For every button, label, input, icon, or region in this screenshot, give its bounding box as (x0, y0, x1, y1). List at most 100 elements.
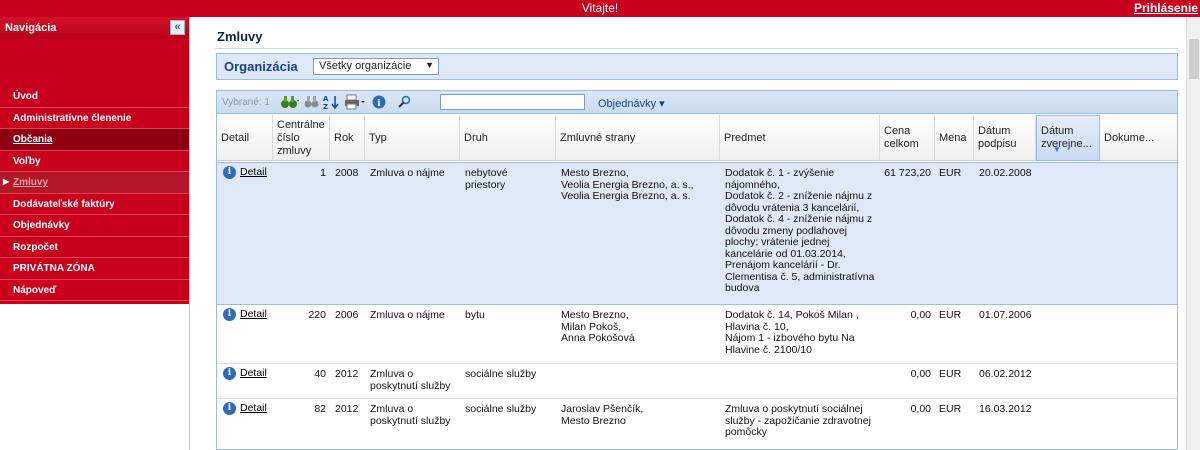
search-icon[interactable] (397, 94, 411, 110)
nav-item-rozpocet[interactable]: Rozpočet (0, 236, 189, 258)
parties-cell: Mesto Brezno, Veolia Energia Brezno, a. s… (561, 167, 694, 202)
nav-title: Navigácia (5, 22, 57, 34)
detail-cell[interactable]: i Detail (223, 308, 267, 321)
type-cell: Zmluva o poskytnutí služby (370, 368, 451, 392)
year-cell: 2008 (335, 167, 359, 179)
organization-label: Organizácia (224, 59, 298, 74)
nav-item-privatna-zona[interactable]: PRIVÁTNA ZÓNA (0, 258, 189, 280)
currency-cell: EUR (939, 167, 962, 179)
svg-text:A: A (323, 95, 329, 103)
central-number-cell: 1 (320, 167, 326, 179)
detail-link[interactable]: Detail (240, 308, 267, 320)
binoculars-icon[interactable] (280, 94, 300, 110)
kind-cell: sociálne služby (465, 368, 537, 380)
detail-cell[interactable]: i Detail (223, 367, 267, 380)
top-bar: Vitajte! Prihlásenie (0, 0, 1200, 17)
nav-header: Navigácia « (0, 17, 189, 39)
organization-bar: Organizácia Všetky organizácie ▼ (216, 53, 1178, 80)
price-cell: 0,00 (910, 309, 931, 321)
column-header-currency[interactable]: Mena (935, 115, 974, 161)
table-row[interactable]: i Detail 220 2006 Zmluva o nájme bytu Mes… (217, 305, 1177, 364)
main-content: Zmluvy Organizácia Všetky organizácie ▼ … (192, 17, 1200, 450)
table-row[interactable]: i Detail 82 2012 Zmluva o poskytnutí služ… (217, 399, 1177, 449)
column-header-parties[interactable]: Zmluvné strany (556, 115, 720, 161)
organization-selected-value: Všetky organizácie (319, 60, 412, 72)
signed-date-cell: 06.02.2012 (979, 368, 1032, 380)
dropdown-caret-icon: ▼ (425, 60, 434, 70)
column-header-detail[interactable]: Detail (217, 115, 273, 161)
print-icon[interactable] (344, 94, 366, 110)
signed-date-cell: 01.07.2006 (979, 309, 1032, 321)
grid-toolbar: Vybrané: 1 AZ i Objednávky ▾ (217, 91, 1177, 114)
binoculars-gray-icon[interactable] (304, 94, 320, 110)
detail-cell[interactable]: i Detail (223, 402, 267, 415)
subject-cell: Dodatok č. 14, Pokoš Milan , Hlavina č. 1… (725, 309, 859, 356)
detail-link[interactable]: Detail (240, 367, 267, 379)
parties-cell: Jaroslav Pšenčík, Mesto Brezno (561, 403, 644, 427)
column-header-published-label: Dátum zverejne... (1041, 125, 1092, 150)
central-number-cell: 40 (314, 368, 326, 380)
selected-count: Vybrané: 1 (222, 97, 270, 108)
type-cell: Zmluva o nájme (370, 167, 445, 179)
kind-cell: sociálne služby (465, 403, 537, 415)
info-icon: i (223, 308, 236, 321)
orders-menu-button[interactable]: Objednávky ▾ (598, 97, 665, 110)
detail-link[interactable]: Detail (240, 166, 267, 178)
detail-cell[interactable]: i Detail (223, 166, 267, 179)
info-icon: i (223, 402, 236, 415)
welcome-text: Vitajte! (581, 1, 619, 15)
nav-item-obcania[interactable]: Občania (0, 129, 189, 151)
currency-cell: EUR (939, 368, 962, 380)
collapse-icon[interactable]: « (170, 20, 185, 35)
nav-item-volby[interactable]: Voľby (0, 150, 189, 172)
column-header-year[interactable]: Rok (330, 115, 365, 161)
table-row[interactable]: i Detail 1 2008 Zmluva o nájme nebytové p… (217, 162, 1177, 305)
type-cell: Zmluva o poskytnutí služby (370, 403, 451, 427)
column-header-price[interactable]: Cena celkom (880, 115, 935, 161)
sidebar: Navigácia « Úvod Administratívne členeni… (0, 17, 190, 450)
nav-item-dodavatelske-faktury[interactable]: Dodávateľské faktúry (0, 193, 189, 215)
nav-item-zmluvy[interactable]: ▶ Zmluvy (0, 172, 189, 194)
info-icon[interactable]: i (372, 94, 386, 110)
column-header-type[interactable]: Typ (365, 115, 460, 161)
column-header-documents[interactable]: Dokume... (1100, 115, 1177, 161)
subject-cell: Dodatok č. 1 - zvýšenie nájomného, Dodatok… (725, 167, 875, 294)
organization-select[interactable]: Všetky organizácie ▼ (313, 58, 439, 75)
grid-header: Detail Centrálne číslo zmluvy Rok Typ Dr… (217, 115, 1177, 161)
parties-cell: Mesto Brezno, Milan Pokoš, Anna Pokošová (561, 309, 635, 344)
scrollbar-thumb[interactable] (1189, 39, 1199, 79)
detail-link[interactable]: Detail (240, 402, 267, 414)
year-cell: 2006 (335, 309, 359, 321)
column-header-signed-date[interactable]: Dátum podpisu (974, 115, 1036, 161)
column-header-published-date[interactable]: Dátum zverejne... ▼ (1036, 115, 1100, 161)
svg-text:i: i (377, 99, 381, 109)
subject-cell: Zmluva o poskytnutí sociálnej služby - za… (725, 403, 871, 438)
column-header-kind[interactable]: Druh (460, 115, 556, 161)
currency-cell: EUR (939, 403, 962, 415)
search-input[interactable] (440, 94, 585, 110)
login-link[interactable]: Prihlásenie (1134, 1, 1198, 15)
column-header-central-number[interactable]: Centrálne číslo zmluvy (273, 115, 330, 161)
price-cell: 0,00 (910, 403, 931, 415)
svg-text:Z: Z (323, 103, 328, 110)
year-cell: 2012 (335, 403, 359, 415)
table-row[interactable]: i Detail 40 2012 Zmluva o poskytnutí služ… (217, 364, 1177, 399)
nav-item-napoved[interactable]: Nápoveď (0, 279, 189, 301)
nav-spacer (0, 39, 189, 86)
nav-end (0, 301, 189, 304)
signed-date-cell: 20.02.2008 (979, 167, 1032, 179)
nav-item-objednavky[interactable]: Objednávky (0, 215, 189, 237)
column-header-subject[interactable]: Predmet (720, 115, 880, 161)
sort-az-icon[interactable]: AZ (323, 94, 341, 111)
nav-item-administrativne-clenenie[interactable]: Administratívne členenie (0, 107, 189, 129)
sort-desc-icon: ▼ (1053, 145, 1061, 154)
contracts-grid: Vybrané: 1 AZ i Objednávky ▾ Detail Cent… (216, 90, 1178, 450)
vertical-scrollbar[interactable] (1186, 17, 1200, 450)
central-number-cell: 220 (308, 309, 326, 321)
nav-item-uvod[interactable]: Úvod (0, 86, 189, 108)
currency-cell: EUR (939, 309, 962, 321)
signed-date-cell: 16.03.2012 (979, 403, 1032, 415)
year-cell: 2012 (335, 368, 359, 380)
central-number-cell: 82 (314, 403, 326, 415)
kind-cell: nebytové priestory (465, 167, 508, 191)
